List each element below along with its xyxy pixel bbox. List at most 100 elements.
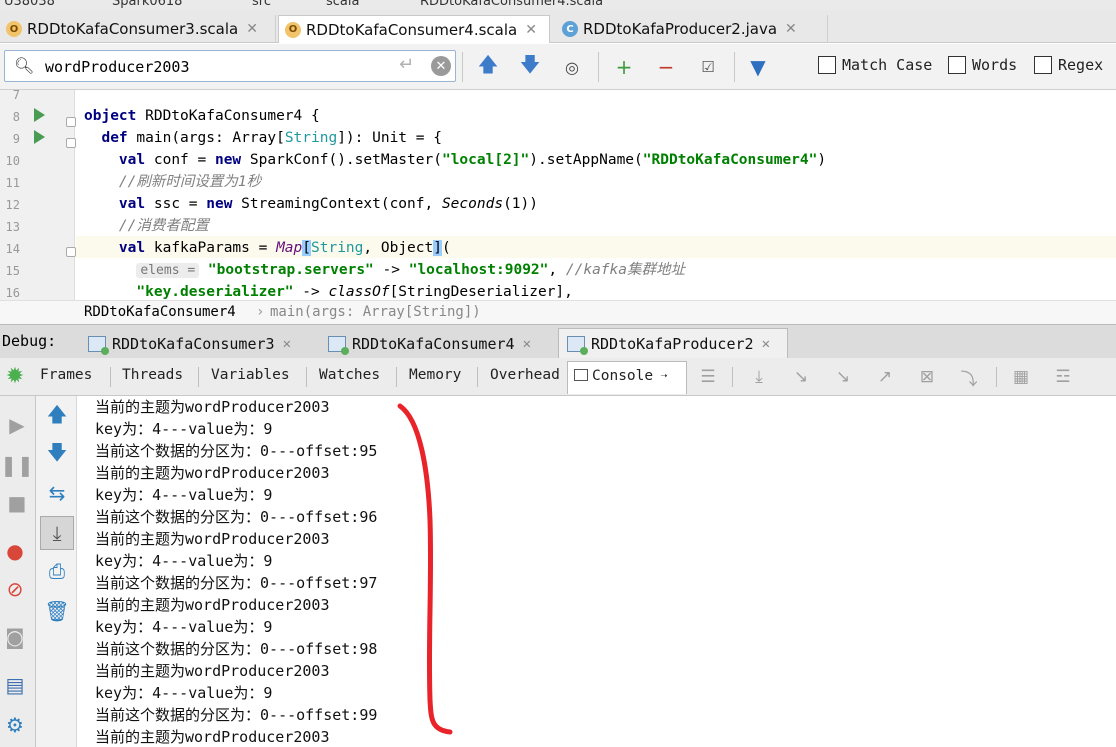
editor-tab-consumer4[interactable]: O RDDtoKafaConsumer4.scala ✕ xyxy=(278,15,550,43)
restore-layout-icon[interactable]: ▤ xyxy=(2,672,28,698)
search-icon[interactable]: 🔍︎ xyxy=(14,56,34,75)
clear-search-icon[interactable]: ✕ xyxy=(431,56,451,76)
trace-stream-icon[interactable]: ☲ xyxy=(1052,366,1074,388)
structure-breadcrumb: RDDtoKafaConsumer4 › main(args: Array[St… xyxy=(0,300,1116,324)
find-all-icon[interactable]: ◎ xyxy=(558,54,586,80)
code-line-15: elems = "bootstrap.servers" -> "localhos… xyxy=(84,259,685,281)
crumb-file[interactable]: RDDtoKafaConsumer4.scala xyxy=(420,0,603,9)
close-icon[interactable]: ✕ xyxy=(762,336,770,352)
resume-icon[interactable]: ▶ xyxy=(4,412,30,438)
debug-session-icon xyxy=(328,335,349,355)
search-field[interactable]: 🔍︎ ↵ ✕ xyxy=(4,50,456,82)
debug-actions-strip: ▶ ❚❚ ■ ● ⊘ ◙ ▤ ⚙ xyxy=(0,396,36,747)
console-line: 当前的主题为wordProducer2003 xyxy=(95,530,330,548)
camera-icon[interactable]: ◙ xyxy=(2,624,28,650)
crumb-src[interactable]: src xyxy=(252,0,271,9)
soft-wrap-icon[interactable]: ⇆ xyxy=(44,480,70,506)
breadcrumb-method[interactable]: main(args: Array[String]) xyxy=(270,304,481,320)
console-line: key为：4---value为：9 xyxy=(95,486,273,504)
console-icon xyxy=(574,369,588,381)
console-line: 当前这个数据的分区为：0---offset:98 xyxy=(95,640,378,658)
code-line-10: val conf = new SparkConf().setMaster("lo… xyxy=(118,152,827,168)
force-step-into-icon[interactable]: ↘ xyxy=(832,366,854,388)
view-breakpoints-icon[interactable]: ● xyxy=(2,538,28,564)
stop-icon[interactable]: ■ xyxy=(4,490,30,516)
down-arrow-icon[interactable]: 🡇 xyxy=(44,440,70,468)
parameter-hint: elems = xyxy=(136,263,200,278)
select-all-occurrences-icon[interactable]: ☑ xyxy=(694,54,722,80)
mute-breakpoints-icon[interactable]: ⊘ xyxy=(2,576,28,602)
search-input[interactable] xyxy=(45,55,385,79)
run-to-cursor-icon[interactable]: ⤵ xyxy=(958,366,980,390)
crumb-scala[interactable]: scala xyxy=(326,0,359,9)
pause-icon[interactable]: ❚❚ xyxy=(0,452,34,478)
tab-frames[interactable]: Frames xyxy=(40,367,92,383)
clear-all-icon[interactable]: 🗑 xyxy=(44,598,70,624)
debug-bug-icon[interactable]: ✹ xyxy=(2,363,28,389)
breadcrumb-separator: › xyxy=(256,304,265,320)
regex-checkbox[interactable]: Regex xyxy=(1034,56,1103,74)
previous-occurrence-icon[interactable]: 🡅 xyxy=(474,52,502,80)
top-breadcrumb: U38038 Spark0618 src scala RDDtoKafaCons… xyxy=(0,0,1116,10)
console-output[interactable]: 当前的主题为wordProducer2003 key为：4---value为：9… xyxy=(78,396,1116,747)
code-line-14: val kafkaParams = Map[String, Object]( xyxy=(118,240,451,256)
editor-gutter[interactable]: 7 8 9 10 11 12 13 14 15 16 xyxy=(0,90,76,300)
debug-tab-consumer4[interactable]: RDDtoKafaConsumer4 ✕ xyxy=(320,328,548,359)
debug-tab-label: RDDtoKafaConsumer3 xyxy=(112,334,275,353)
evaluate-expression-icon[interactable]: ▦ xyxy=(1010,366,1032,388)
console-actions-strip: 🡅 🡇 ⇆ ⤓ ⎙ 🗑 xyxy=(36,396,77,747)
breadcrumb-object[interactable]: RDDtoKafaConsumer4 xyxy=(84,304,236,320)
settings-icon[interactable]: ⚙ xyxy=(2,712,28,738)
crumb-module[interactable]: Spark0618 xyxy=(112,0,182,9)
step-out-icon[interactable]: ↗ xyxy=(874,366,896,388)
tab-threads[interactable]: Threads xyxy=(122,367,183,383)
scala-object-icon: O xyxy=(285,21,301,38)
tab-console[interactable]: Console ➝ xyxy=(567,361,687,394)
editor-tab-label: RDDtoKafaConsumer3.scala xyxy=(27,20,239,38)
scroll-to-end-icon[interactable]: ⤓ xyxy=(40,516,74,550)
run-gutter-icon[interactable] xyxy=(34,130,45,144)
match-case-label: Match Case xyxy=(842,56,933,74)
console-line: key为：4---value为：9 xyxy=(95,420,273,438)
step-over-icon[interactable]: ⤓ xyxy=(748,366,770,388)
close-icon[interactable]: ✕ xyxy=(785,21,797,37)
close-icon[interactable]: ✕ xyxy=(283,336,291,352)
debug-tab-label: RDDtoKafaConsumer4 xyxy=(352,334,515,353)
line-number: 8 xyxy=(12,110,20,124)
drop-frame-icon[interactable]: ⊠ xyxy=(916,366,938,388)
tab-memory[interactable]: Memory xyxy=(409,367,461,383)
close-icon[interactable]: ✕ xyxy=(246,21,258,37)
code-editor[interactable]: 7 8 9 10 11 12 13 14 15 16 object RDDtoK… xyxy=(0,90,1116,300)
fold-icon[interactable] xyxy=(66,247,76,257)
debug-tab-producer2[interactable]: RDDtoKafaProducer2 ✕ xyxy=(558,328,788,359)
fold-icon[interactable] xyxy=(66,138,76,148)
tab-variables[interactable]: Variables xyxy=(211,367,290,383)
close-icon[interactable]: ✕ xyxy=(523,336,531,352)
debug-tab-consumer3[interactable]: RDDtoKafaConsumer3 ✕ xyxy=(80,328,308,359)
editor-tab-producer2[interactable]: C RDDtoKafaProducer2.java ✕ xyxy=(556,15,828,43)
step-into-icon[interactable]: ↘ xyxy=(790,366,812,388)
match-case-checkbox[interactable]: Match Case xyxy=(818,56,932,74)
words-checkbox[interactable]: Words xyxy=(948,56,1017,74)
filter-icon[interactable]: ▼ xyxy=(744,54,772,80)
tab-overhead[interactable]: Overhead xyxy=(490,367,560,383)
show-execution-point-icon[interactable]: ☰ xyxy=(697,366,719,388)
editor-tab-consumer3[interactable]: O RDDtoKafaConsumer3.scala ✕ xyxy=(0,15,276,43)
console-line: 当前这个数据的分区为：0---offset:95 xyxy=(95,442,378,460)
code-line-16: "key.deserializer" -> classOf[StringDese… xyxy=(136,284,573,300)
regex-label: Regex xyxy=(1058,56,1104,74)
crumb-project[interactable]: U38038 xyxy=(4,0,55,9)
close-icon[interactable]: ✕ xyxy=(525,22,537,38)
up-arrow-icon[interactable]: 🡅 xyxy=(44,402,70,430)
line-number: 11 xyxy=(5,176,20,190)
tab-watches[interactable]: Watches xyxy=(319,367,380,383)
fold-icon[interactable] xyxy=(66,117,76,127)
console-line: 当前这个数据的分区为：0---offset:96 xyxy=(95,508,378,526)
line-number: 16 xyxy=(5,286,20,300)
run-gutter-icon[interactable] xyxy=(34,108,45,122)
remove-occurrence-icon[interactable]: − xyxy=(652,54,680,80)
console-line: 当前的主题为wordProducer2003 xyxy=(95,728,330,746)
print-icon[interactable]: ⎙ xyxy=(44,558,70,584)
next-occurrence-icon[interactable]: 🡇 xyxy=(516,52,544,80)
add-occurrence-icon[interactable]: + xyxy=(610,54,638,80)
